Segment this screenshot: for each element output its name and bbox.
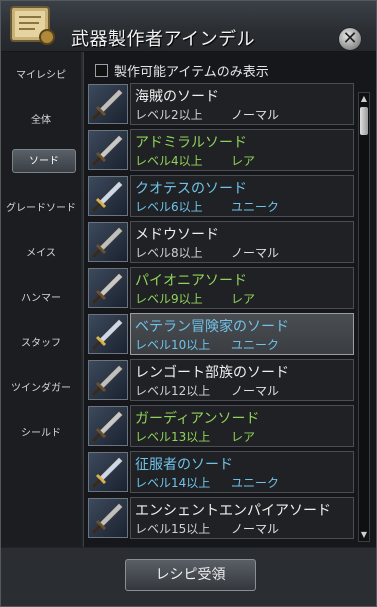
recipe-rarity: ノーマル	[231, 246, 280, 260]
footer-bar: レシピ受領	[1, 548, 376, 606]
close-button[interactable]: ✕	[338, 27, 362, 51]
sidebar-item[interactable]: ハンマー	[1, 287, 81, 311]
recipe-level: レベル8以上	[135, 246, 203, 260]
sidebar-item[interactable]: 全体	[1, 109, 81, 133]
recipe-info: ガーディアンソード レベル13以上 レア	[130, 405, 354, 447]
category-sidebar: マイレシピ全体ソードグレードソード メイスハンマースタッフツインダガー シールド	[1, 52, 81, 547]
recipe-info: レンゴート部族のソード レベル12以上 ノーマル	[130, 359, 354, 401]
recipe-name: エンシェントエンパイアソード	[135, 503, 331, 519]
recipe-row[interactable]: エンシェントエンパイアソード レベル15以上 ノーマル	[86, 496, 354, 540]
recipe-row[interactable]: ガーディアンソード レベル13以上 レア	[86, 404, 354, 448]
recipe-level: レベル10以上	[135, 338, 211, 352]
sidebar-item[interactable]: マイレシピ	[1, 64, 81, 88]
recipe-list-scrollbar[interactable]: ▲ ▼	[358, 92, 370, 542]
sidebar-item[interactable]: グレードソード	[1, 197, 81, 221]
recipe-name: アドミラルソード	[135, 135, 247, 151]
receive-recipe-button[interactable]: レシピ受領	[125, 559, 256, 591]
window-title: 武器製作者アインデル	[71, 29, 256, 50]
recipe-info: ベテラン冒険家のソード レベル10以上 ユニーク	[130, 313, 354, 355]
sword-icon	[88, 268, 128, 308]
scroll-map-icon	[10, 6, 55, 45]
recipe-level: レベル12以上	[135, 384, 211, 398]
scroll-thumb[interactable]	[360, 107, 368, 135]
recipe-info: パイオニアソード レベル9以上 レア	[130, 267, 354, 309]
scroll-down-icon[interactable]: ▼	[359, 529, 369, 541]
recipe-name: ガーディアンソード	[135, 411, 260, 427]
recipe-name: 海賊のソード	[135, 89, 219, 105]
sword-icon	[88, 84, 128, 124]
recipe-row[interactable]: パイオニアソード レベル9以上 レア	[86, 266, 354, 310]
recipe-level: レベル13以上	[135, 430, 211, 444]
recipe-name: ベテラン冒険家のソード	[135, 319, 289, 335]
recipe-row[interactable]: クオテスのソード レベル6以上 ユニーク	[86, 174, 354, 218]
recipe-level: レベル14以上	[135, 476, 211, 490]
recipe-row[interactable]: 征服者のソード レベル14以上 ユニーク	[86, 450, 354, 494]
sword-icon	[88, 314, 128, 354]
recipe-info: クオテスのソード レベル6以上 ユニーク	[130, 175, 354, 217]
recipe-list: 海賊のソード レベル2以上 ノーマル アドミラルソード レベル4以上 レア クオテスのソード…	[84, 82, 354, 540]
recipe-rarity: ユニーク	[231, 338, 280, 352]
recipe-info: エンシェントエンパイアソード レベル15以上 ノーマル	[130, 497, 354, 539]
recipe-name: 征服者のソード	[135, 457, 233, 473]
craftable-only-filter[interactable]: 製作可能アイテムのみ表示	[95, 61, 269, 80]
recipe-row[interactable]: メドウソード レベル8以上 ノーマル	[86, 220, 354, 264]
craftable-only-label: 製作可能アイテムのみ表示	[114, 64, 269, 80]
sidebar-item[interactable]: メイス	[1, 242, 81, 266]
recipe-row[interactable]: アドミラルソード レベル4以上 レア	[86, 128, 354, 172]
recipe-row[interactable]: ベテラン冒険家のソード レベル10以上 ユニーク	[86, 312, 354, 356]
recipe-rarity: レア	[231, 430, 256, 444]
sword-icon	[88, 130, 128, 170]
recipe-name: パイオニアソード	[135, 273, 247, 289]
recipe-rarity: レア	[231, 154, 256, 168]
sword-icon	[88, 498, 128, 538]
recipe-info: メドウソード レベル8以上 ノーマル	[130, 221, 354, 263]
recipe-info: アドミラルソード レベル4以上 レア	[130, 129, 354, 171]
recipe-row[interactable]: 海賊のソード レベル2以上 ノーマル	[86, 82, 354, 126]
sidebar-item[interactable]: スタッフ	[1, 332, 81, 356]
recipe-rarity: ユニーク	[231, 200, 280, 214]
recipe-rarity: レア	[231, 292, 256, 306]
sword-icon	[88, 406, 128, 446]
sidebar-item[interactable]: ソード	[12, 149, 76, 173]
scroll-up-icon[interactable]: ▲	[359, 93, 369, 105]
recipe-rarity: ノーマル	[231, 108, 280, 122]
recipe-rarity: ユニーク	[231, 476, 280, 490]
recipe-name: メドウソード	[135, 227, 219, 243]
sword-icon	[88, 176, 128, 216]
recipe-rarity: ノーマル	[231, 384, 280, 398]
sword-icon	[88, 222, 128, 262]
recipe-level: レベル4以上	[135, 154, 203, 168]
recipe-panel: 製作可能アイテムのみ表示 海賊のソード レベル2以上 ノーマル アドミラルソード レベル…	[83, 52, 376, 547]
title-bar[interactable]: 武器製作者アインデル ✕	[1, 1, 376, 52]
sidebar-item[interactable]: ツインダガー	[1, 377, 81, 401]
sword-icon	[88, 452, 128, 492]
recipe-window: 武器製作者アインデル ✕ マイレシピ全体ソードグレードソード メイスハンマースタッ…	[0, 0, 377, 607]
recipe-rarity: ノーマル	[231, 522, 280, 536]
recipe-level: レベル2以上	[135, 108, 203, 122]
recipe-level: レベル6以上	[135, 200, 203, 214]
recipe-name: レンゴート部族のソード	[135, 365, 289, 381]
recipe-level: レベル9以上	[135, 292, 203, 306]
recipe-name: クオテスのソード	[135, 181, 247, 197]
recipe-info: 征服者のソード レベル14以上 ユニーク	[130, 451, 354, 493]
sword-icon	[88, 360, 128, 400]
craftable-only-checkbox[interactable]	[95, 63, 108, 77]
recipe-level: レベル15以上	[135, 522, 211, 536]
sidebar-item[interactable]: シールド	[1, 422, 81, 446]
recipe-info: 海賊のソード レベル2以上 ノーマル	[130, 83, 354, 125]
recipe-row[interactable]: レンゴート部族のソード レベル12以上 ノーマル	[86, 358, 354, 402]
